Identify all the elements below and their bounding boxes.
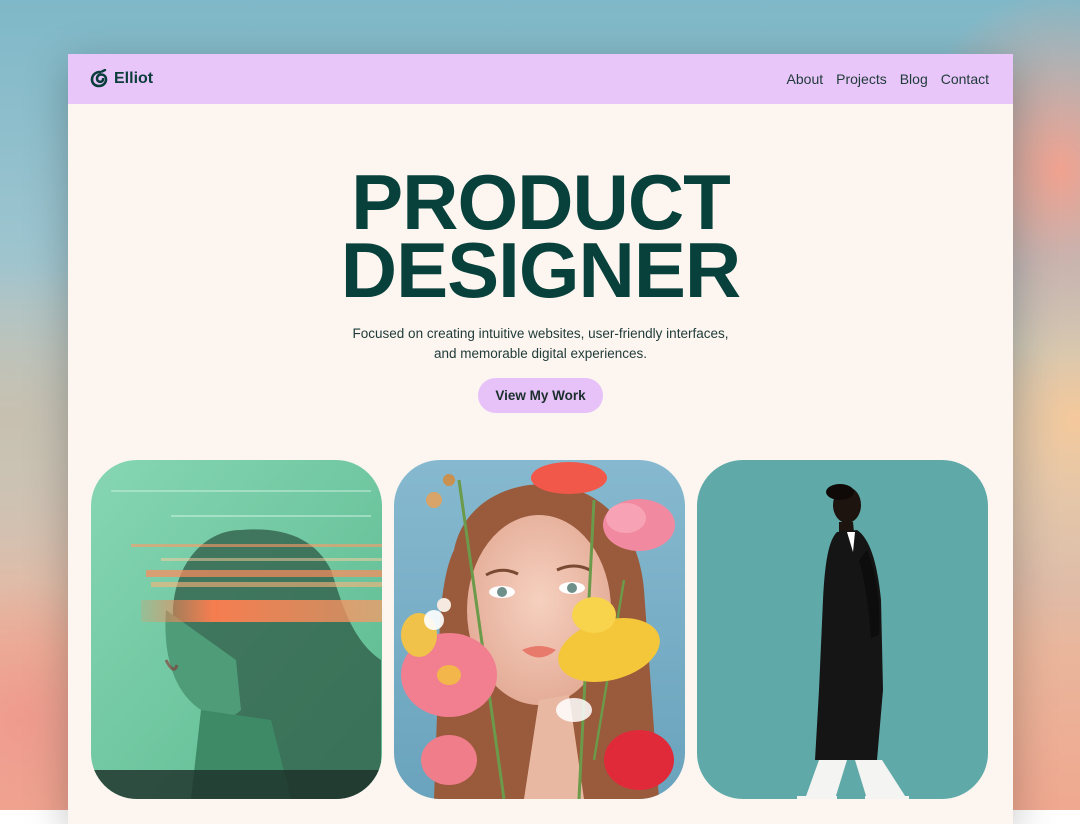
flower-portrait-image[interactable] bbox=[394, 460, 685, 799]
portfolio-gallery bbox=[91, 460, 988, 799]
motion-blur-portrait-image[interactable] bbox=[91, 460, 382, 799]
view-my-work-button[interactable]: View My Work bbox=[478, 378, 603, 413]
hero-section: PRODUCT DESIGNER Focused on creating int… bbox=[68, 104, 1013, 413]
nav-link-about[interactable]: About bbox=[787, 71, 824, 87]
brand-name: Elliot bbox=[114, 70, 154, 87]
website-window: Elliot About Projects Blog Contact PRODU… bbox=[68, 54, 1013, 824]
navbar: Elliot About Projects Blog Contact bbox=[68, 54, 1013, 104]
hero-subtitle: Focused on creating intuitive websites, … bbox=[68, 324, 1013, 363]
spiral-logo-icon bbox=[90, 69, 110, 89]
hero-title: PRODUCT DESIGNER bbox=[68, 163, 1013, 314]
hero-subtitle-line-1: Focused on creating intuitive websites, … bbox=[352, 326, 729, 341]
brand-logo[interactable]: Elliot bbox=[90, 69, 153, 89]
nav-link-projects[interactable]: Projects bbox=[836, 71, 887, 87]
hero-subtitle-line-2: and memorable digital experiences. bbox=[433, 345, 648, 361]
hero-title-line-2: DESIGNER bbox=[340, 226, 741, 314]
nav-links: About Projects Blog Contact bbox=[787, 71, 989, 87]
nav-link-blog[interactable]: Blog bbox=[900, 71, 928, 87]
nav-link-contact[interactable]: Contact bbox=[941, 71, 989, 87]
walking-model-image[interactable] bbox=[697, 460, 988, 799]
